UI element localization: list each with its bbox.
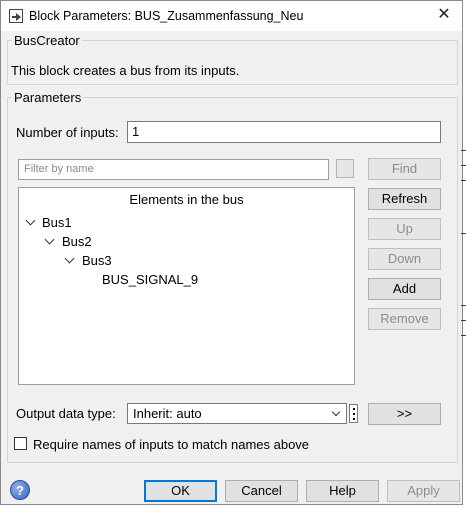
tree-item-bus3[interactable]: Bus3 xyxy=(82,253,112,268)
ok-button[interactable]: OK xyxy=(144,480,217,502)
close-icon[interactable]: ✕ xyxy=(430,3,458,27)
chevron-down-icon[interactable] xyxy=(25,215,36,226)
filter-by-name-input[interactable]: Filter by name xyxy=(18,159,329,180)
background-line xyxy=(461,165,466,166)
data-type-assistant-button[interactable]: >> xyxy=(368,403,441,425)
block-parameters-dialog: Block Parameters: BUS_Zusammenfassung_Ne… xyxy=(0,0,463,505)
refresh-button[interactable]: Refresh xyxy=(368,188,441,210)
background-line xyxy=(461,180,466,181)
find-button[interactable]: Find xyxy=(368,158,441,180)
number-of-inputs-field[interactable]: 1 xyxy=(127,121,441,143)
chevron-down-icon[interactable] xyxy=(64,253,75,264)
chevron-down-icon[interactable] xyxy=(44,234,55,245)
block-description: This block creates a bus from its inputs… xyxy=(11,63,240,78)
output-data-type-value: Inherit: auto xyxy=(133,406,202,421)
simulink-block-icon xyxy=(9,9,23,23)
tree-item-bus1[interactable]: Bus1 xyxy=(42,215,72,230)
tree-item-bus2[interactable]: Bus2 xyxy=(62,234,92,249)
down-button[interactable]: Down xyxy=(368,248,441,270)
parameters-legend: Parameters xyxy=(14,90,82,105)
output-data-type-label: Output data type: xyxy=(16,406,116,421)
filter-options-button[interactable] xyxy=(336,159,354,178)
help-button[interactable]: Help xyxy=(306,480,379,502)
title-bar: Block Parameters: BUS_Zusammenfassung_Ne… xyxy=(1,1,462,31)
background-line xyxy=(461,233,466,234)
require-names-label: Require names of inputs to match names a… xyxy=(33,437,310,452)
buscreator-legend: BusCreator xyxy=(14,33,80,48)
cancel-button[interactable]: Cancel xyxy=(225,480,298,502)
window-title: Block Parameters: BUS_Zusammenfassung_Ne… xyxy=(29,9,304,23)
chevron-down-icon xyxy=(331,407,341,417)
vertical-ellipsis-icon[interactable] xyxy=(349,404,358,423)
require-names-checkbox[interactable] xyxy=(14,437,27,450)
background-line xyxy=(461,305,466,306)
tree-item-bus-signal-9[interactable]: BUS_SIGNAL_9 xyxy=(102,272,198,287)
background-line xyxy=(461,150,466,151)
number-of-inputs-label: Number of inputs: xyxy=(16,125,119,140)
output-data-type-select[interactable]: Inherit: auto xyxy=(127,403,347,424)
add-button[interactable]: Add xyxy=(368,278,441,300)
apply-button[interactable]: Apply xyxy=(387,480,460,502)
elements-in-bus-panel[interactable]: Elements in the bus Bus1 Bus2 Bus3 BUS_S… xyxy=(18,187,355,385)
up-button[interactable]: Up xyxy=(368,218,441,240)
background-line xyxy=(461,320,466,321)
help-question-icon[interactable]: ? xyxy=(10,480,30,500)
remove-button[interactable]: Remove xyxy=(368,308,441,330)
background-line xyxy=(461,335,466,336)
elements-header: Elements in the bus xyxy=(129,192,244,207)
